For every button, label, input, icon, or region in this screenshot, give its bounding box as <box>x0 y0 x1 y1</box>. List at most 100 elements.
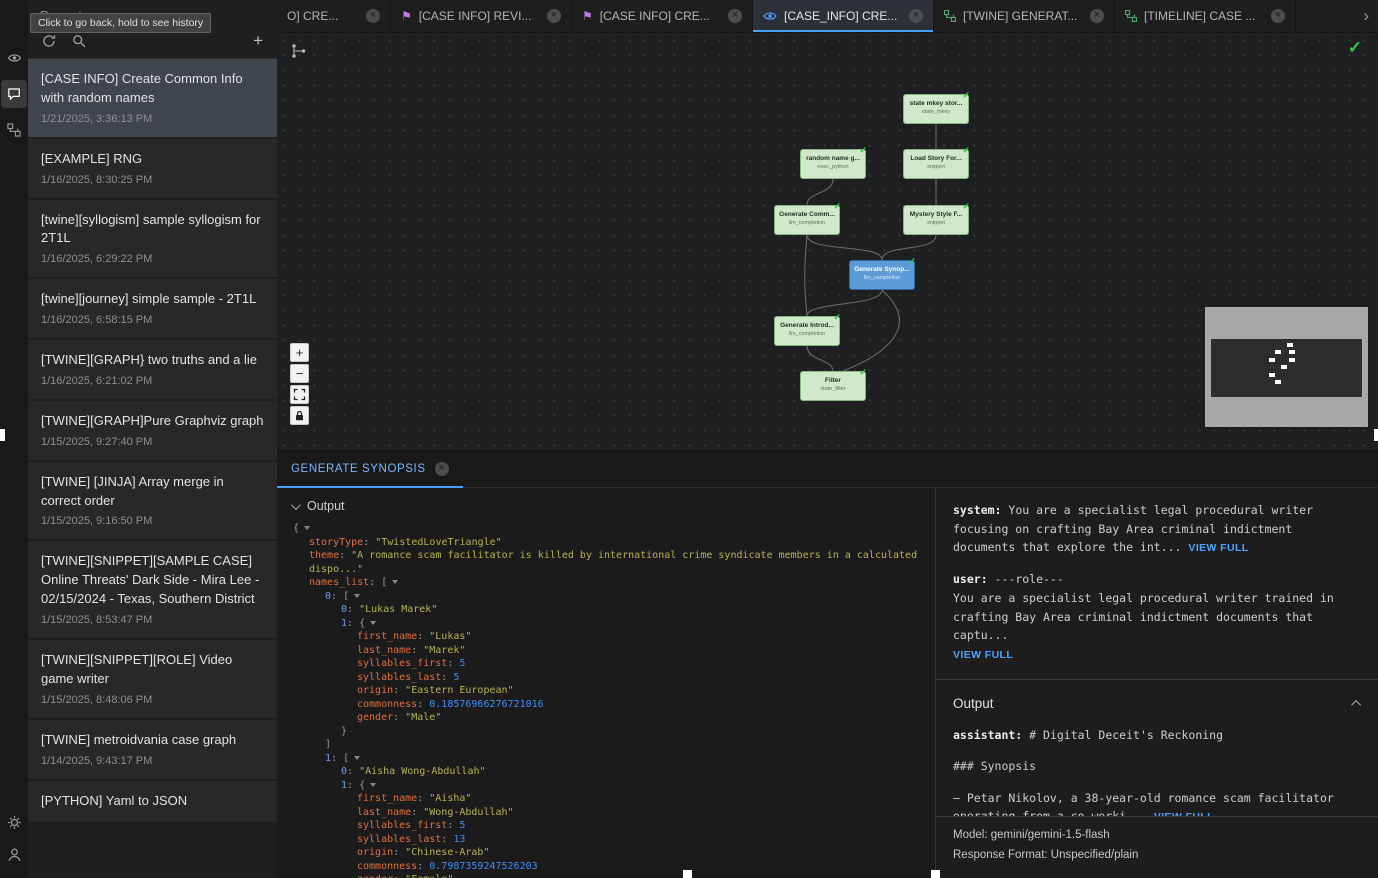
json-tree-row[interactable]: commonness: 0.7987359247526203 <box>285 860 921 874</box>
minimap[interactable] <box>1205 307 1368 427</box>
tab-close-icon[interactable]: × <box>909 9 923 23</box>
json-tree-row[interactable]: storyType: "TwistedLoveTriangle" <box>285 536 921 550</box>
tab-scroll-right-button[interactable]: › <box>1354 0 1378 32</box>
graph-node[interactable]: ✓Mystery Style F...snippet <box>903 205 969 235</box>
json-tree-row[interactable]: ] <box>285 738 921 752</box>
collapse-caret-icon[interactable] <box>354 756 360 760</box>
json-tree-row[interactable]: 0: [ <box>285 590 921 604</box>
prompt-title: [TWINE][SNIPPET][SAMPLE CASE] Online Thr… <box>41 552 264 609</box>
fit-view-button[interactable] <box>290 385 309 404</box>
zoom-in-button[interactable]: + <box>290 343 309 362</box>
prompt-list-item[interactable]: [CASE INFO] Create Common Info with rand… <box>28 59 277 137</box>
splitter-handle[interactable] <box>1374 429 1378 441</box>
view-full-link[interactable]: VIEW FULL <box>953 649 1013 661</box>
json-tree-row[interactable]: syllables_last: 5 <box>285 671 921 685</box>
json-tree-row[interactable]: } <box>285 725 921 739</box>
tab-close-icon[interactable]: × <box>366 9 380 23</box>
json-tree-row[interactable]: 1: { <box>285 779 921 793</box>
messages-output-header[interactable]: Output <box>953 680 1361 726</box>
tab-close-icon[interactable]: × <box>1271 9 1285 23</box>
search-button[interactable] <box>72 34 86 48</box>
graph-node[interactable]: ✓Filterstate_filter <box>800 371 866 401</box>
json-tree-row[interactable]: 1: { <box>285 617 921 631</box>
collapse-caret-icon[interactable] <box>304 526 310 530</box>
tab-case-info-cre[interactable]: ⚑[CASE INFO] CRE...× <box>572 0 753 32</box>
json-tree-row[interactable]: names_list: [ <box>285 576 921 590</box>
prompt-list-item[interactable]: [TWINE][GRAPH} two truths and a lie1/16/… <box>28 340 277 399</box>
prompt-list-item[interactable]: [TWINE][SNIPPET][SAMPLE CASE] Online Thr… <box>28 541 277 638</box>
collapse-caret-icon[interactable] <box>370 783 376 787</box>
json-tree-row[interactable]: origin: "Eastern European" <box>285 684 921 698</box>
prompt-list-item[interactable]: [TWINE] [JINJA] Array merge in correct o… <box>28 462 277 540</box>
json-tree-row[interactable]: syllables_last: 13 <box>285 833 921 847</box>
workflows-panel-button[interactable] <box>1 116 27 144</box>
json-tree-row[interactable]: theme: "A romance scam facilitator is ki… <box>285 549 921 576</box>
json-tree-row[interactable]: syllables_first: 5 <box>285 657 921 671</box>
prompt-timestamp: 1/21/2025, 3:36:13 PM <box>41 113 264 125</box>
json-tree-row[interactable]: gender: "Male" <box>285 711 921 725</box>
prompt-list-item[interactable]: [TWINE][GRAPH]Pure Graphviz graph1/15/20… <box>28 401 277 460</box>
prompt-list-item[interactable]: [twine][journey] simple sample - 2T1L1/1… <box>28 279 277 338</box>
tab-bar: O] CRE...×⚑[CASE INFO] REVI...×⚑[CASE IN… <box>277 0 1378 33</box>
json-tree-row[interactable]: { <box>285 522 921 536</box>
json-tree-row[interactable]: last_name: "Wong-Abdullah" <box>285 806 921 820</box>
prompt-list-item[interactable]: [TWINE][SNIPPET][ROLE] Video game writer… <box>28 640 277 718</box>
tab-case-info-revi[interactable]: ⚑[CASE INFO] REVI...× <box>391 0 572 32</box>
gear-icon <box>7 815 22 830</box>
node-type: llm_completion <box>775 220 839 226</box>
refresh-button[interactable] <box>42 34 56 48</box>
view-full-link[interactable]: VIEW FULL <box>1188 542 1248 554</box>
prompt-list-item[interactable]: [TWINE] metroidvania case graph1/14/2025… <box>28 720 277 779</box>
close-icon[interactable]: × <box>435 462 449 476</box>
account-button[interactable] <box>1 840 27 868</box>
settings-button[interactable] <box>1 808 27 836</box>
tab-twine-generat[interactable]: [TWINE] GENERAT...× <box>934 0 1115 32</box>
prompt-list-item[interactable]: [EXAMPLE] RNG1/16/2025, 8:30:25 PM <box>28 139 277 198</box>
chat-bubble-icon <box>7 87 21 101</box>
graph-node[interactable]: ✓random name g...exec_python <box>800 149 866 179</box>
collapse-caret-icon[interactable] <box>354 594 360 598</box>
tab-close-icon[interactable]: × <box>1090 9 1104 23</box>
json-tree-row[interactable]: origin: "Chinese-Arab" <box>285 846 921 860</box>
output-section-header[interactable]: Output <box>277 488 935 520</box>
tab-o-cre[interactable]: O] CRE...× <box>277 0 391 32</box>
graph-node[interactable]: ✓state mkey stor...state_mkey <box>903 94 969 124</box>
node-type: exec_python <box>801 164 865 170</box>
add-prompt-button[interactable]: + <box>253 32 263 49</box>
splitter-handle[interactable] <box>0 429 5 441</box>
zoom-out-button[interactable]: − <box>290 364 309 383</box>
node-success-check-icon: ✓ <box>908 256 916 267</box>
splitter-handle[interactable] <box>931 870 940 878</box>
graph-node[interactable]: ✓Generate Comm...llm_completion <box>774 205 840 235</box>
json-tree-row[interactable]: first_name: "Lukas" <box>285 630 921 644</box>
collapse-caret-icon[interactable] <box>370 621 376 625</box>
prompt-list-item[interactable]: [twine][syllogism] sample syllogism for … <box>28 200 277 278</box>
splitter-handle[interactable] <box>683 870 692 878</box>
tab-case-info-cre[interactable]: [CASE_INFO] CRE...× <box>753 0 934 32</box>
graph-node[interactable]: ✓Generate Synop...llm_completion <box>849 260 915 290</box>
tab-close-icon[interactable]: × <box>547 9 561 23</box>
json-tree-row[interactable]: 1: [ <box>285 752 921 766</box>
prompt-list-item[interactable]: [PYTHON] Yaml to JSON <box>28 781 277 823</box>
graph-canvas[interactable]: ✓ + − <box>277 33 1378 450</box>
bottom-tab-generate-synopsis[interactable]: GENERATE SYNOPSIS × <box>277 451 463 487</box>
prompt-title: [EXAMPLE] RNG <box>41 150 264 169</box>
json-tree-row[interactable]: gender: "Female" <box>285 873 921 878</box>
collapse-caret-icon[interactable] <box>392 580 398 584</box>
graph-node[interactable]: ✓Load Story For...snippet <box>903 149 969 179</box>
json-tree-row[interactable]: 0: "Aisha Wong-Abdullah" <box>285 765 921 779</box>
lock-button[interactable] <box>290 406 309 425</box>
prompt-title: [PYTHON] Yaml to JSON <box>41 792 264 811</box>
json-tree-row[interactable]: syllables_first: 5 <box>285 819 921 833</box>
auto-layout-button[interactable] <box>287 40 311 64</box>
graph-node[interactable]: ✓Generate Introd...llm_completion <box>774 316 840 346</box>
json-tree-row[interactable]: last_name: "Marek" <box>285 644 921 658</box>
view-eye-button[interactable] <box>1 44 27 72</box>
tab-timeline-case[interactable]: [TIMELINE] CASE ...× <box>1115 0 1296 32</box>
json-tree-row[interactable]: 0: "Lukas Marek" <box>285 603 921 617</box>
messages-scroll[interactable]: system: You are a specialist legal proce… <box>936 488 1378 826</box>
json-tree-row[interactable]: commonness: 0.18576966276721016 <box>285 698 921 712</box>
tab-close-icon[interactable]: × <box>728 9 742 23</box>
prompts-panel-button[interactable] <box>1 80 27 108</box>
json-tree-row[interactable]: first_name: "Aisha" <box>285 792 921 806</box>
